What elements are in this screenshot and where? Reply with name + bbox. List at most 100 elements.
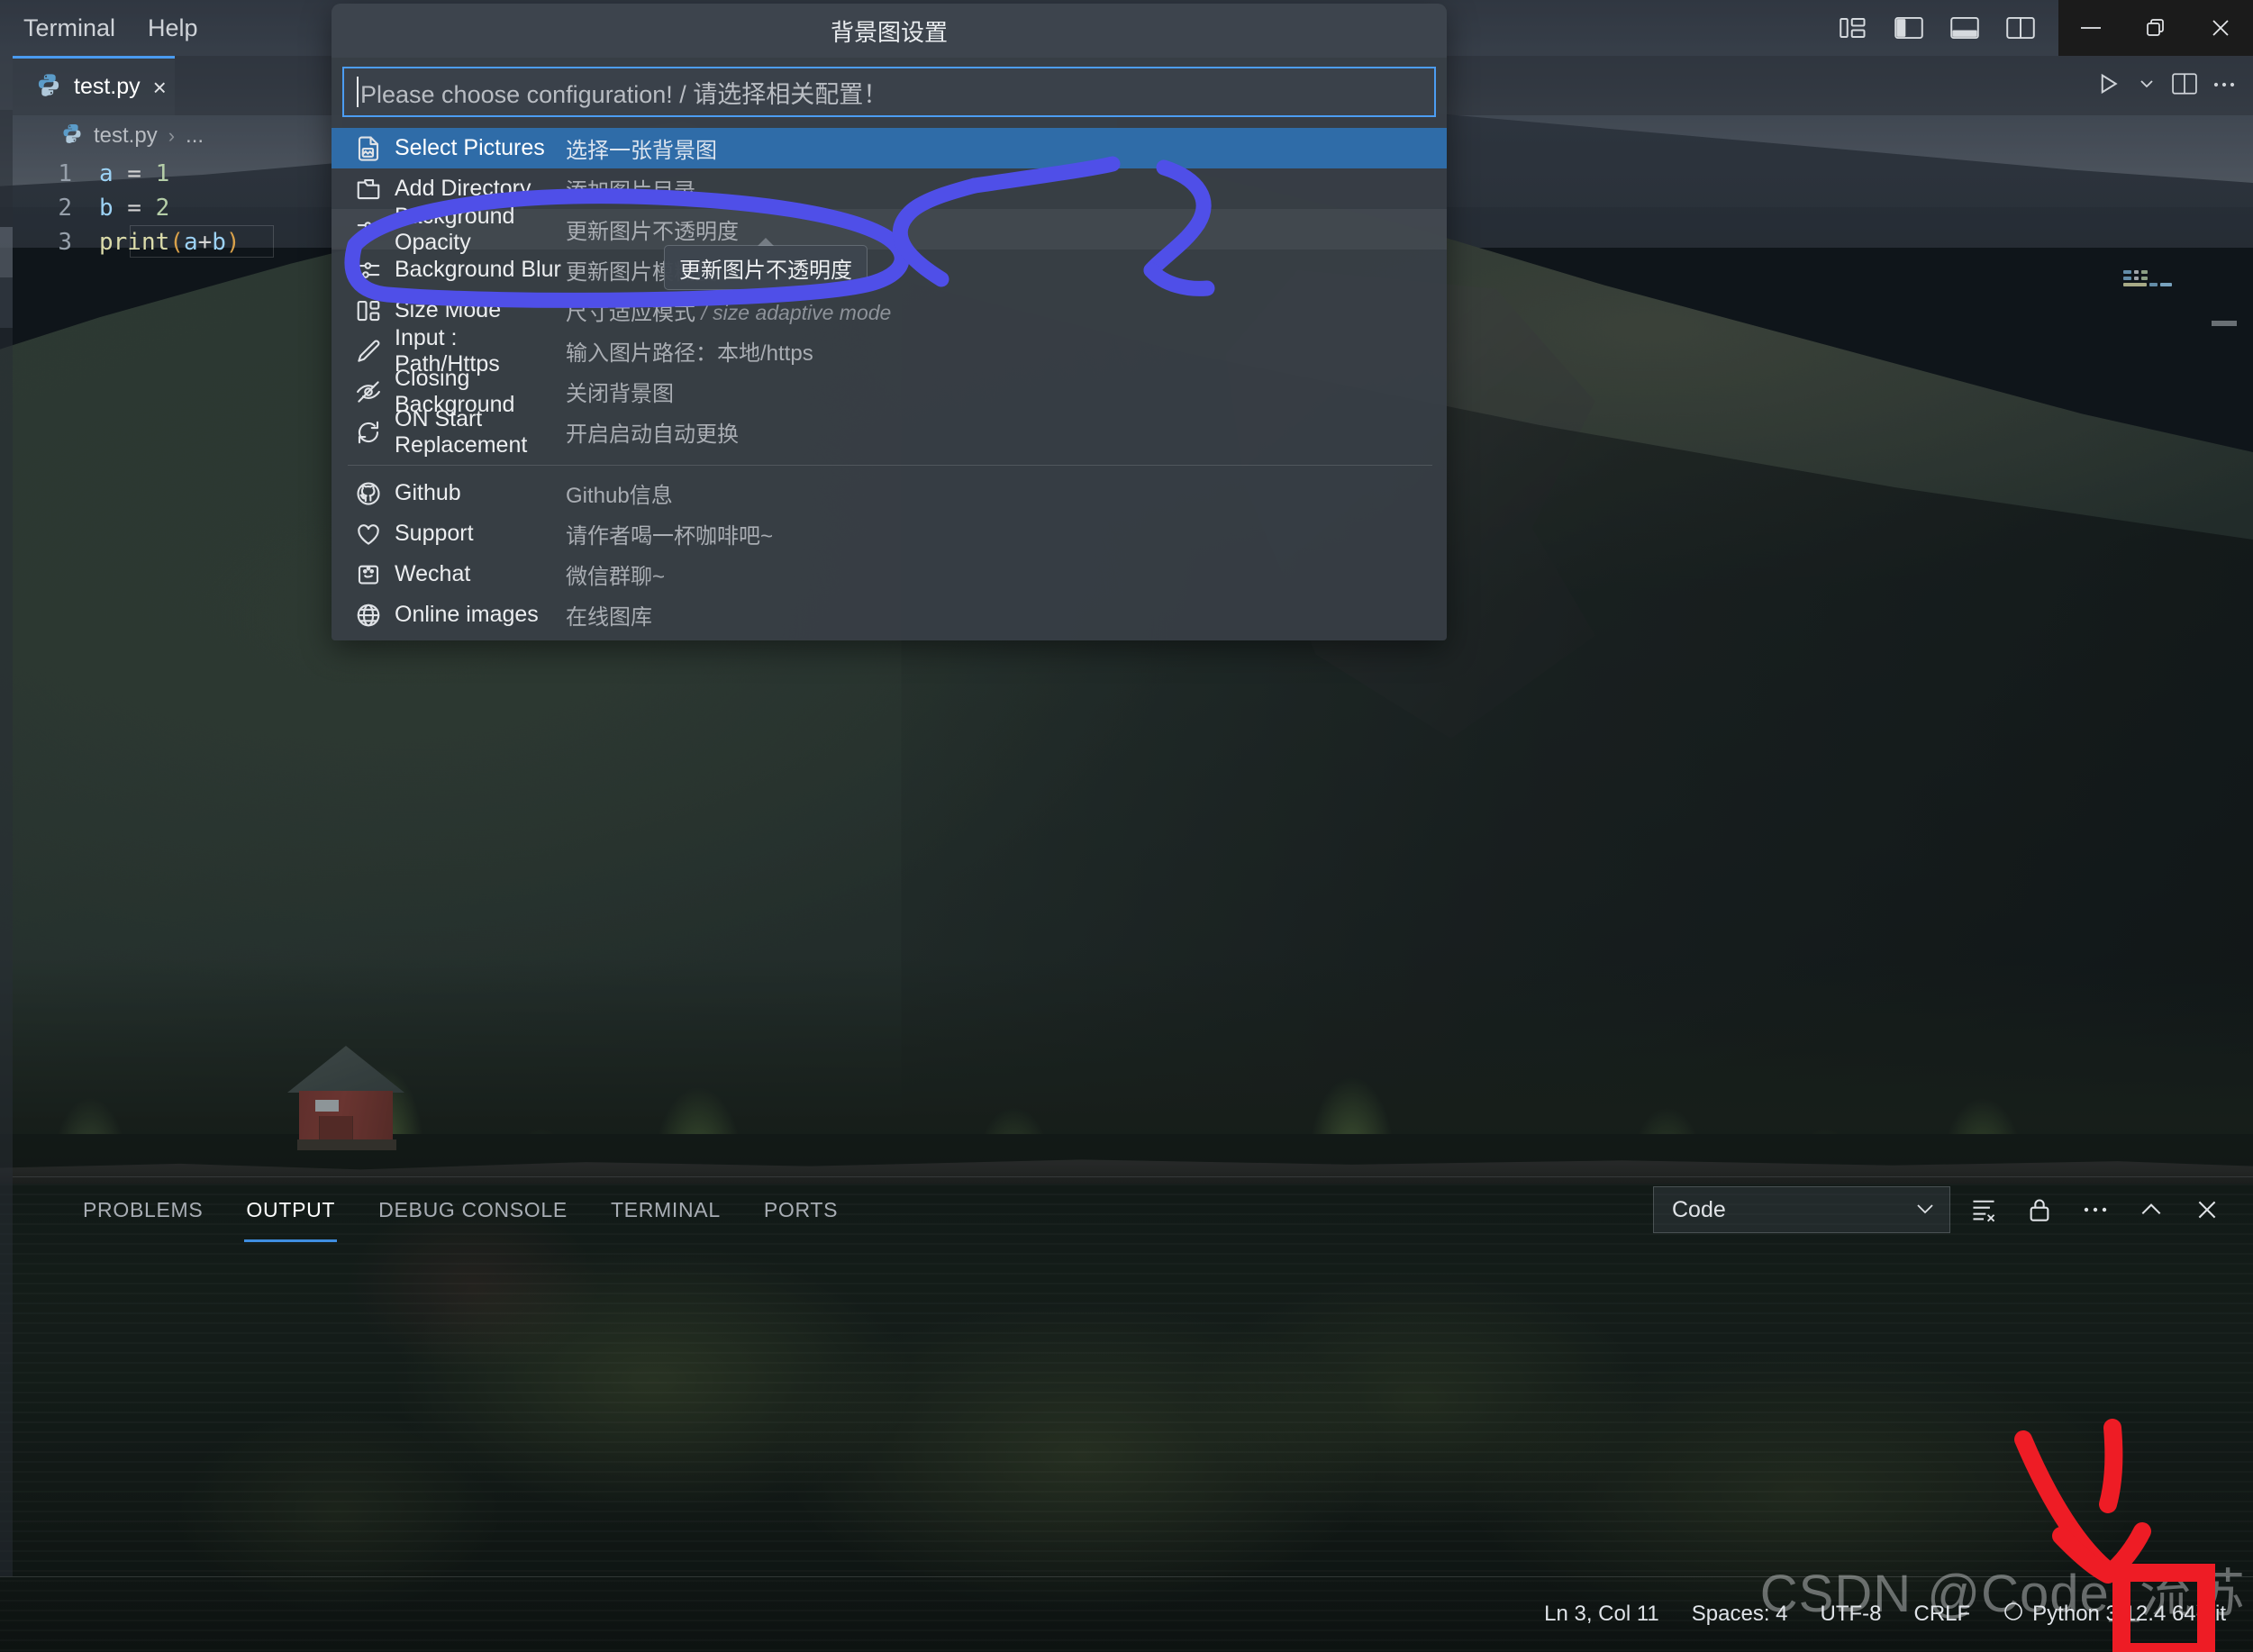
- chevron-right-icon: ›: [168, 124, 176, 147]
- quick-pick-item-label: Online images: [395, 602, 539, 627]
- quick-pick-title: 背景图设置: [332, 4, 1447, 58]
- folder-icon: [355, 176, 395, 203]
- quick-pick-item-description: 选择一张背景图: [566, 139, 717, 163]
- breadcrumb-symbol[interactable]: ...: [186, 123, 204, 149]
- chevron-down-icon[interactable]: [2136, 73, 2158, 99]
- panel-tab-terminal[interactable]: TERMINAL: [609, 1189, 722, 1231]
- more-actions-icon[interactable]: [2073, 1186, 2118, 1233]
- quick-pick-item-description: 更新图片不透明度: [566, 220, 739, 244]
- status-cursor-position[interactable]: Ln 3, Col 11: [1544, 1602, 1659, 1627]
- chevron-down-icon: [1913, 1197, 1937, 1223]
- globe-icon: [355, 602, 395, 629]
- editor-tab-label: test.py: [74, 74, 141, 99]
- quick-pick-item-select-pictures[interactable]: Select Pictures 选择一张背景图: [332, 128, 1447, 168]
- panel-tab-ports[interactable]: PORTS: [762, 1189, 840, 1231]
- current-line-highlight: [130, 225, 274, 258]
- code-text: b = 2: [99, 195, 170, 222]
- close-icon[interactable]: [2188, 0, 2253, 56]
- panel-tab-debug-console[interactable]: DEBUG CONSOLE: [377, 1189, 569, 1231]
- refresh-icon: [355, 419, 395, 446]
- quick-pick-item-online-images[interactable]: Online images 在线图库: [332, 595, 1447, 635]
- toggle-panel-icon[interactable]: [1940, 0, 1990, 56]
- quick-pick-item-background-blur[interactable]: Background Blur 更新图片模糊度: [332, 250, 1447, 290]
- output-channel-select[interactable]: Code: [1653, 1186, 1950, 1233]
- python-file-icon: [61, 123, 83, 150]
- activity-bar-item-top[interactable]: [0, 56, 13, 110]
- toggle-primary-sidebar-icon[interactable]: [1884, 0, 1934, 56]
- quick-pick-item-label: ON Start Replacement: [395, 405, 528, 458]
- code-text: a = 1: [99, 160, 170, 187]
- quick-pick-secondary-list[interactable]: Github Github信息 Support 请作者喝一杯咖啡吧~ Wechat 微信群…: [332, 473, 1447, 640]
- eye-closed-icon: [355, 378, 395, 405]
- quick-pick-item-label: Wechat: [395, 561, 471, 586]
- line-number: 2: [58, 195, 72, 222]
- file-image-icon: [355, 135, 395, 162]
- panel-tab-problems[interactable]: PROBLEMS: [81, 1189, 204, 1231]
- text-caret: [357, 77, 359, 107]
- heart-icon: [355, 521, 395, 548]
- breadcrumb-file[interactable]: test.py: [94, 123, 158, 149]
- panel-actions: Code: [1653, 1186, 2253, 1233]
- more-actions-icon[interactable]: [2212, 77, 2237, 94]
- github-icon: [355, 480, 395, 507]
- quick-pick-item-wechat[interactable]: Wechat 微信群聊~: [332, 554, 1447, 595]
- layout-controls: [1828, 0, 2058, 56]
- close-icon[interactable]: ×: [153, 76, 167, 99]
- restore-icon[interactable]: [2123, 0, 2188, 56]
- quick-pick-item-label: Github: [395, 480, 461, 505]
- minimize-icon[interactable]: [2058, 0, 2123, 56]
- panel-tab-list: PROBLEMS OUTPUT DEBUG CONSOLE TERMINAL PORTS: [13, 1189, 840, 1242]
- pencil-icon: [355, 338, 395, 365]
- quick-pick-item-description: 尺寸适应模式 / size adaptive mode: [566, 301, 892, 325]
- quick-pick-item-label: Support: [395, 521, 474, 546]
- activity-bar-item-active[interactable]: [0, 227, 13, 277]
- activity-bar[interactable]: [0, 56, 13, 1576]
- quick-pick-tooltip: 更新图片不透明度: [664, 238, 868, 290]
- menu-item-terminal[interactable]: Terminal: [23, 14, 115, 42]
- close-panel-icon[interactable]: [2185, 1186, 2230, 1233]
- window-controls: [2058, 0, 2253, 56]
- line-number: 3: [58, 229, 72, 256]
- quick-pick-divider: [348, 465, 1432, 466]
- quick-pick-item-description: 开启启动自动更换: [566, 422, 739, 447]
- layout-columns-icon: [355, 297, 395, 324]
- editor-actions: [2094, 56, 2237, 115]
- quick-pick-item-description: 输入图片路径：本地/https: [566, 341, 813, 366]
- quick-pick-input[interactable]: Please choose configuration! / 请选择相关配置！: [342, 67, 1436, 117]
- quick-pick-item-description: 在线图库: [566, 605, 652, 630]
- quick-pick-item-background-opacity[interactable]: Background Opacity 更新图片不透明度: [332, 204, 1447, 255]
- quick-pick-item-description: 关闭背景图: [566, 382, 674, 406]
- output-view[interactable]: [13, 1243, 2253, 1576]
- customize-layout-icon[interactable]: [1828, 0, 1878, 56]
- split-editor-icon[interactable]: [2172, 72, 2197, 100]
- quick-pick-item-github[interactable]: Github Github信息: [332, 473, 1447, 513]
- editor-tab-test-py[interactable]: test.py ×: [13, 56, 175, 115]
- quick-pick-item-label: Add Directory: [395, 176, 531, 201]
- panel-tab-output[interactable]: OUTPUT: [244, 1189, 337, 1242]
- quick-pick-item-description-muted: / size adaptive mode: [695, 301, 892, 324]
- maximize-panel-icon[interactable]: [2129, 1186, 2174, 1233]
- menu-item-help[interactable]: Help: [148, 14, 198, 42]
- minimap[interactable]: [2123, 270, 2186, 294]
- run-python-file-icon[interactable]: [2094, 70, 2121, 102]
- quick-pick-item-on-start-replacement[interactable]: ON Start Replacement 开启启动自动更换: [332, 406, 1447, 458]
- quick-pick-item-support[interactable]: Support 请作者喝一杯咖啡吧~: [332, 513, 1447, 554]
- quick-pick-list[interactable]: Select Pictures 选择一张背景图 Add Directory 添加图片目…: [332, 128, 1447, 458]
- output-channel-value: Code: [1672, 1196, 1726, 1222]
- wechat-icon: [355, 561, 395, 588]
- quick-pick-item-label: Background Blur: [395, 257, 561, 282]
- csdn-watermark: CSDN @Code_流苏: [1759, 1565, 2246, 1623]
- menu-bar: Terminal Help: [0, 14, 198, 42]
- quick-pick-item-label: Background Opacity: [395, 203, 515, 255]
- quick-pick-item-label: Size Mode: [395, 297, 502, 322]
- quick-pick-dialog[interactable]: 背景图设置 Please choose configuration! / 请选择…: [332, 4, 1447, 640]
- lock-scrolling-icon[interactable]: [2017, 1186, 2062, 1233]
- activity-bar-item[interactable]: [0, 277, 13, 328]
- quick-pick-item-label: Select Pictures: [395, 135, 545, 160]
- line-number: 1: [58, 160, 72, 187]
- panel-header: PROBLEMS OUTPUT DEBUG CONSOLE TERMINAL PORTS…: [13, 1176, 2253, 1243]
- bottom-panel: PROBLEMS OUTPUT DEBUG CONSOLE TERMINAL PORTS…: [13, 1176, 2253, 1576]
- clear-output-icon[interactable]: [1961, 1186, 2006, 1233]
- toggle-secondary-sidebar-icon[interactable]: [1995, 0, 2046, 56]
- quick-pick-item-description: 微信群聊~: [566, 565, 666, 589]
